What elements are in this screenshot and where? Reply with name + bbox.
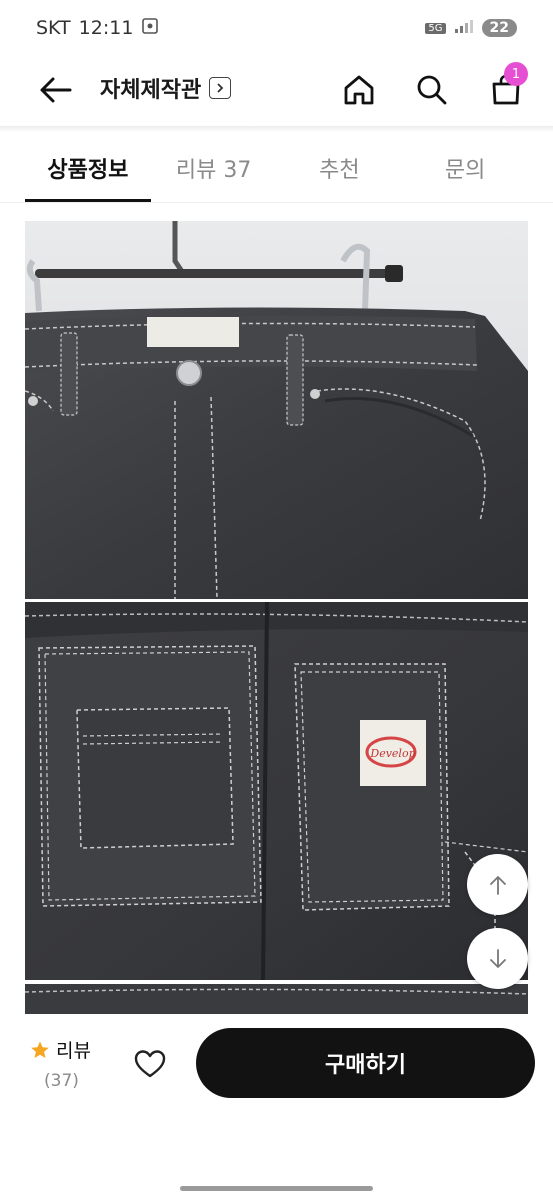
scroll-up-button[interactable]	[467, 854, 528, 915]
bottom-action-bar: 리뷰 (37) 구매하기	[0, 1014, 553, 1200]
cart-count-badge: 1	[504, 62, 528, 86]
cart-button[interactable]: 1	[484, 62, 528, 112]
status-bar: SKT 12:11 5G 22	[0, 0, 553, 56]
home-indicator	[180, 1186, 373, 1191]
network-label: 5G	[425, 22, 446, 34]
clock: 12:11	[78, 17, 134, 39]
arrow-down-icon	[489, 948, 506, 968]
shop-name: 자체제작관	[100, 78, 202, 103]
tab-reviews[interactable]: 리뷰 37	[151, 140, 277, 202]
back-button[interactable]	[36, 70, 76, 110]
heart-icon	[134, 1050, 166, 1078]
patch-logo-text: Develop	[369, 747, 415, 760]
review-summary[interactable]: 리뷰 (37)	[30, 1036, 91, 1091]
arrow-left-icon	[40, 77, 72, 103]
review-line: 리뷰	[30, 1036, 91, 1063]
screenshot-icon	[141, 17, 159, 40]
product-photo-back-pockets: Develop	[25, 602, 528, 980]
shop-link[interactable]: 자체제작관	[100, 72, 232, 104]
home-icon	[344, 75, 374, 105]
app-header: 자체제작관 1	[0, 56, 553, 126]
product-tabs: 상품정보 리뷰 37 추천 문의	[25, 140, 528, 202]
chevron-right-icon	[209, 77, 232, 99]
product-photo-waistband	[25, 221, 528, 599]
home-button[interactable]	[337, 68, 381, 112]
search-icon	[417, 75, 447, 105]
star-icon	[31, 1041, 49, 1058]
status-right: 5G 22	[425, 17, 517, 39]
review-label: 리뷰	[56, 1040, 91, 1062]
search-button[interactable]	[410, 68, 454, 112]
status-left: SKT 12:11	[36, 17, 159, 40]
buy-button[interactable]: 구매하기	[196, 1028, 535, 1098]
like-button[interactable]	[128, 1042, 172, 1086]
review-count: (37)	[44, 1071, 79, 1091]
signal-icon	[454, 17, 474, 39]
tab-product-info[interactable]: 상품정보	[25, 140, 151, 202]
tab-inquiry[interactable]: 문의	[402, 140, 528, 202]
battery-indicator: 22	[481, 19, 517, 37]
tab-recommend[interactable]: 추천	[277, 140, 403, 202]
scroll-down-button[interactable]	[467, 928, 528, 989]
carrier-label: SKT	[36, 17, 71, 39]
arrow-up-icon	[489, 875, 506, 895]
tabs-divider	[0, 202, 553, 203]
header-divider	[0, 126, 553, 132]
